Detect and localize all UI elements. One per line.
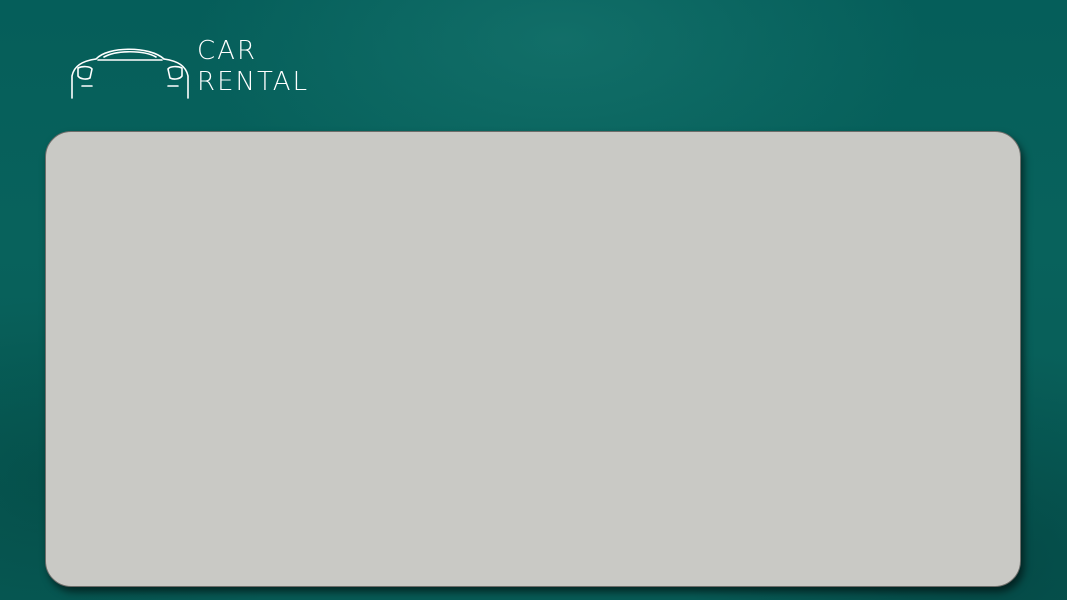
car-outline-icon bbox=[71, 48, 189, 99]
brand-wordmark: CAR RENTAL bbox=[197, 36, 309, 98]
brand-logo: CAR RENTAL bbox=[68, 36, 328, 102]
content-panel bbox=[45, 131, 1021, 587]
brand-line-car: CAR bbox=[197, 36, 258, 66]
brand-line-rental: RENTAL bbox=[197, 67, 310, 97]
slide-canvas: CAR RENTAL bbox=[0, 0, 1067, 600]
